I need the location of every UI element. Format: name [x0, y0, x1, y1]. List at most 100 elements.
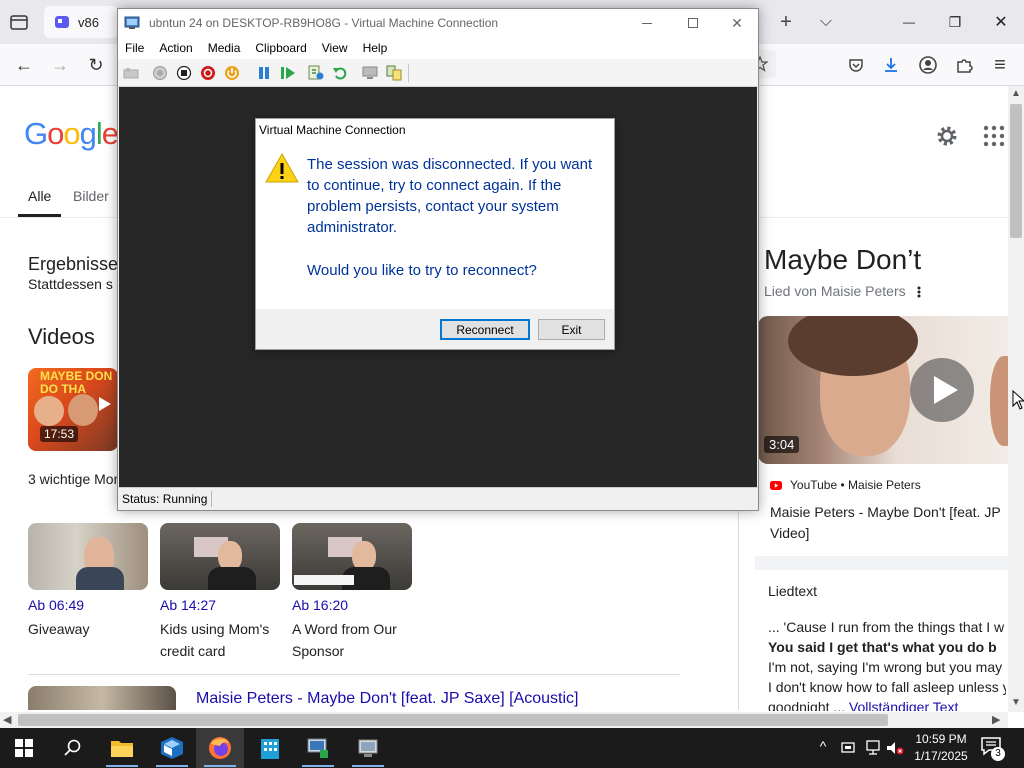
search-button[interactable]: [48, 728, 96, 768]
vm-maximize-button[interactable]: [670, 9, 716, 37]
scrollbar-thumb[interactable]: [18, 714, 888, 726]
reload-button[interactable]: ↻: [82, 52, 110, 78]
resume-icon[interactable]: [280, 65, 296, 81]
result-thumbnail[interactable]: [28, 686, 176, 710]
taskbar-vm-connection[interactable]: [344, 728, 392, 768]
more-vert-icon[interactable]: [914, 285, 924, 299]
kp-video-title[interactable]: Maisie Peters - Maybe Don't [feat. JP Vi…: [770, 502, 1006, 544]
scroll-down-arrow[interactable]: ▼: [1011, 697, 1021, 708]
notifications-button[interactable]: 3: [980, 736, 1006, 762]
clip-thumbnail[interactable]: [292, 523, 412, 590]
clock[interactable]: 10:59 PM 1/17/2025: [910, 731, 972, 767]
pocket-button[interactable]: [842, 52, 870, 78]
lyrics-heading: Liedtext: [768, 583, 818, 599]
pocket-icon: [849, 59, 863, 72]
reconnect-button[interactable]: Reconnect: [440, 319, 530, 340]
caption-overlay: [294, 575, 354, 585]
maximize-icon: [688, 18, 698, 28]
start-button[interactable]: [0, 728, 48, 768]
section-divider: [28, 674, 680, 675]
downloads-button[interactable]: [877, 52, 905, 78]
account-button[interactable]: [914, 52, 942, 78]
vm-close-button[interactable]: ✕: [716, 9, 758, 37]
exit-button[interactable]: Exit: [538, 319, 605, 340]
volume-muted-icon[interactable]: [886, 740, 904, 756]
browser-close-button[interactable]: ✕: [978, 0, 1024, 44]
logo-letter: g: [79, 116, 97, 151]
shutdown-icon[interactable]: [200, 65, 216, 81]
start-icon[interactable]: [152, 65, 168, 81]
plus-icon: +: [780, 11, 792, 33]
scroll-up-arrow[interactable]: ▲: [1011, 88, 1021, 99]
clip-thumbnail[interactable]: [28, 523, 148, 590]
folder-icon: [111, 741, 133, 757]
taskbar-file-explorer[interactable]: [98, 728, 146, 768]
tab-v86[interactable]: v86: [44, 6, 118, 38]
vm-minimize-button[interactable]: [624, 9, 670, 37]
full-lyrics-link[interactable]: Vollständiger Text: [849, 699, 958, 711]
kp-video[interactable]: 3:04: [758, 316, 1008, 464]
list-all-tabs-button[interactable]: ⌵: [812, 10, 840, 34]
clip-title[interactable]: Giveaway: [28, 618, 148, 640]
revert-icon[interactable]: [332, 65, 348, 81]
logo-letter: o: [63, 116, 80, 151]
tab-overview-button[interactable]: [8, 11, 30, 33]
taskbar-virtualbox-app[interactable]: [148, 728, 196, 768]
running-indicator: [156, 765, 188, 767]
menu-media[interactable]: Media: [201, 41, 249, 55]
clip-time[interactable]: Ab 14:27: [160, 597, 216, 613]
save-state-icon[interactable]: [224, 65, 240, 81]
result-link-title[interactable]: Maisie Peters - Maybe Don't [feat. JP Sa…: [196, 690, 578, 708]
clip-title[interactable]: A Word from Our Sponsor: [292, 618, 412, 662]
video-thumbnail-main[interactable]: MAYBE DON DO THA 17:53: [28, 368, 118, 451]
network-icon[interactable]: [864, 740, 882, 756]
ctrl-alt-del-icon[interactable]: [123, 65, 139, 81]
hyperv-tray-icon[interactable]: [840, 740, 856, 756]
tab-alle[interactable]: Alle: [28, 188, 51, 204]
menu-help[interactable]: Help: [356, 41, 396, 55]
dialog-question: Would you like to try to reconnect?: [307, 262, 537, 279]
scroll-left-arrow[interactable]: ◀: [3, 713, 11, 726]
clip-title[interactable]: Kids using Mom's credit card: [160, 618, 280, 662]
taskbar-building-app[interactable]: [246, 728, 294, 768]
running-indicator: [302, 765, 334, 767]
tray-overflow-button[interactable]: ^: [814, 738, 832, 758]
play-button-circle[interactable]: [910, 358, 974, 422]
share-icon[interactable]: [386, 65, 402, 81]
app-menu-button[interactable]: ≡: [986, 52, 1014, 78]
clip-thumbnail[interactable]: [160, 523, 280, 590]
dialog-title: Virtual Machine Connection: [259, 123, 406, 137]
scroll-right-arrow[interactable]: ▶: [992, 713, 1000, 726]
vm-menu-bar: File Action Media Clipboard View Help: [118, 37, 758, 59]
new-tab-button[interactable]: +: [772, 10, 800, 34]
google-apps-button[interactable]: [982, 124, 1006, 148]
play-icon: [934, 376, 958, 404]
menu-clipboard[interactable]: Clipboard: [248, 41, 314, 55]
clip-time[interactable]: Ab 16:20: [292, 597, 348, 613]
clip-time[interactable]: Ab 06:49: [28, 597, 84, 613]
browser-restore-button[interactable]: ❐: [932, 0, 978, 44]
browser-minimize-button[interactable]: —: [886, 0, 932, 44]
menu-action[interactable]: Action: [152, 41, 200, 55]
warning-icon: [265, 152, 299, 183]
forward-button[interactable]: →: [46, 52, 74, 78]
horizontal-scrollbar[interactable]: ◀ ▶: [0, 712, 1008, 728]
puzzle-icon: [957, 59, 973, 73]
menu-view[interactable]: View: [315, 41, 356, 55]
video-caption[interactable]: 3 wichtige Mom: [28, 471, 125, 487]
enhanced-session-icon[interactable]: [362, 65, 378, 81]
taskbar-hyperv-manager[interactable]: [294, 728, 342, 768]
scrollbar-thumb[interactable]: [1010, 104, 1022, 238]
extensions-button[interactable]: [950, 52, 978, 78]
taskbar-firefox[interactable]: [196, 728, 244, 768]
tab-label: Alle: [28, 188, 52, 204]
back-button[interactable]: ←: [10, 52, 38, 78]
checkpoint-icon[interactable]: [308, 65, 324, 81]
google-logo[interactable]: Google: [24, 116, 119, 152]
turn-off-icon[interactable]: [176, 65, 192, 81]
pause-icon[interactable]: [256, 65, 272, 81]
settings-button[interactable]: [935, 124, 959, 148]
vm-title-bar[interactable]: ubntun 24 on DESKTOP-RB9HO8G - Virtual M…: [118, 9, 758, 37]
menu-file[interactable]: File: [118, 41, 152, 55]
tab-bilder[interactable]: Bilder: [73, 188, 109, 204]
